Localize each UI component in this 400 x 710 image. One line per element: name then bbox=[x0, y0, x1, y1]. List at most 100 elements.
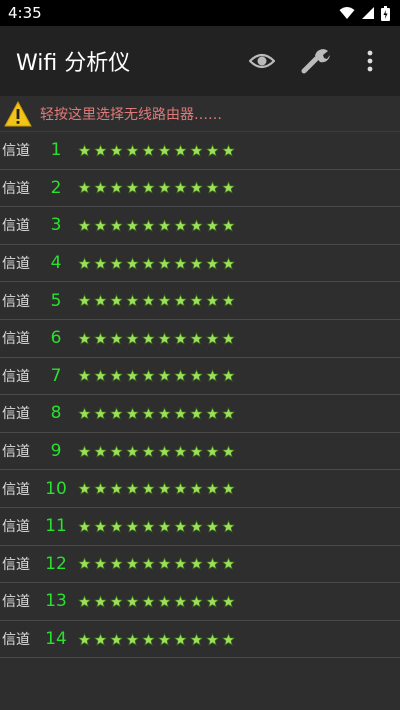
star-icon bbox=[174, 181, 187, 195]
status-bar: 4:35 bbox=[0, 0, 400, 26]
channel-rating bbox=[78, 331, 235, 345]
star-icon bbox=[126, 331, 139, 345]
star-icon bbox=[110, 632, 123, 646]
star-icon bbox=[190, 218, 203, 232]
star-icon bbox=[78, 369, 91, 383]
star-icon bbox=[190, 594, 203, 608]
channel-label: 信道 bbox=[2, 444, 30, 461]
star-icon bbox=[110, 594, 123, 608]
star-icon bbox=[126, 181, 139, 195]
settings-button[interactable] bbox=[298, 43, 334, 79]
star-icon bbox=[222, 181, 235, 195]
star-icon bbox=[94, 632, 107, 646]
star-icon bbox=[158, 143, 171, 157]
star-icon bbox=[206, 406, 219, 420]
star-icon bbox=[222, 557, 235, 571]
star-icon bbox=[206, 331, 219, 345]
star-icon bbox=[174, 557, 187, 571]
star-icon bbox=[142, 519, 155, 533]
star-icon bbox=[110, 218, 123, 232]
star-icon bbox=[158, 519, 171, 533]
star-icon bbox=[78, 557, 91, 571]
star-icon bbox=[110, 143, 123, 157]
star-icon bbox=[78, 143, 91, 157]
star-icon bbox=[222, 256, 235, 270]
star-icon bbox=[126, 632, 139, 646]
star-icon bbox=[206, 632, 219, 646]
star-icon bbox=[158, 557, 171, 571]
channel-row: 信道 7 bbox=[0, 358, 400, 396]
star-icon bbox=[110, 482, 123, 495]
star-icon bbox=[222, 294, 235, 307]
star-icon bbox=[158, 181, 171, 195]
channel-label: 信道 bbox=[2, 256, 30, 273]
star-icon bbox=[190, 294, 203, 307]
star-icon bbox=[222, 594, 235, 608]
channel-number: 2 bbox=[50, 177, 62, 198]
star-icon bbox=[126, 406, 139, 420]
star-icon bbox=[126, 294, 139, 307]
star-icon bbox=[206, 444, 219, 458]
channel-number: 5 bbox=[50, 290, 62, 311]
star-icon bbox=[142, 218, 155, 232]
star-icon bbox=[78, 444, 91, 458]
channel-rating bbox=[78, 369, 235, 383]
star-icon bbox=[142, 369, 155, 383]
star-icon bbox=[222, 406, 235, 420]
channel-number: 3 bbox=[50, 215, 62, 236]
channel-number: 11 bbox=[45, 516, 67, 537]
star-icon bbox=[222, 331, 235, 345]
star-icon bbox=[142, 294, 155, 307]
star-icon bbox=[174, 369, 187, 383]
channel-rating bbox=[78, 444, 235, 458]
star-icon bbox=[78, 594, 91, 608]
star-icon bbox=[190, 369, 203, 383]
channel-number: 6 bbox=[50, 328, 62, 349]
star-icon bbox=[206, 294, 219, 307]
star-icon bbox=[158, 482, 171, 495]
star-icon bbox=[222, 369, 235, 383]
view-button[interactable] bbox=[244, 43, 280, 79]
star-icon bbox=[174, 218, 187, 232]
channel-row: 信道 3 bbox=[0, 207, 400, 245]
star-icon bbox=[126, 256, 139, 270]
star-icon bbox=[222, 519, 235, 533]
star-icon bbox=[78, 218, 91, 232]
star-icon bbox=[142, 331, 155, 345]
star-icon bbox=[174, 406, 187, 420]
star-icon bbox=[158, 256, 171, 270]
star-icon bbox=[94, 143, 107, 157]
channel-number: 10 bbox=[45, 478, 67, 499]
channel-row: 信道 13 bbox=[0, 583, 400, 621]
star-icon bbox=[126, 369, 139, 383]
star-icon bbox=[158, 444, 171, 458]
wrench-icon bbox=[301, 49, 330, 74]
overflow-menu-button[interactable] bbox=[352, 43, 388, 79]
select-router-hint[interactable]: 轻按这里选择无线路由器…… bbox=[0, 96, 400, 132]
star-icon bbox=[126, 143, 139, 157]
channel-rating bbox=[78, 519, 235, 533]
channel-row: 信道 9 bbox=[0, 433, 400, 471]
channel-row: 信道 14 bbox=[0, 621, 400, 659]
channel-label: 信道 bbox=[2, 368, 30, 385]
channel-row: 信道 1 bbox=[0, 132, 400, 170]
star-icon bbox=[110, 331, 123, 345]
channel-number: 13 bbox=[45, 591, 67, 612]
star-icon bbox=[222, 632, 235, 646]
star-icon bbox=[94, 557, 107, 571]
channel-row: 信道 10 bbox=[0, 470, 400, 508]
star-icon bbox=[142, 444, 155, 458]
battery-icon bbox=[381, 5, 390, 21]
channel-row: 信道 8 bbox=[0, 395, 400, 433]
star-icon bbox=[190, 632, 203, 646]
channel-number: 12 bbox=[45, 553, 67, 574]
channel-rating bbox=[78, 181, 235, 195]
star-icon bbox=[94, 519, 107, 533]
channel-label: 信道 bbox=[2, 331, 30, 348]
star-icon bbox=[78, 632, 91, 646]
star-icon bbox=[190, 331, 203, 345]
star-icon bbox=[222, 482, 235, 495]
star-icon bbox=[206, 256, 219, 270]
channel-number: 4 bbox=[50, 253, 62, 274]
star-icon bbox=[222, 218, 235, 232]
